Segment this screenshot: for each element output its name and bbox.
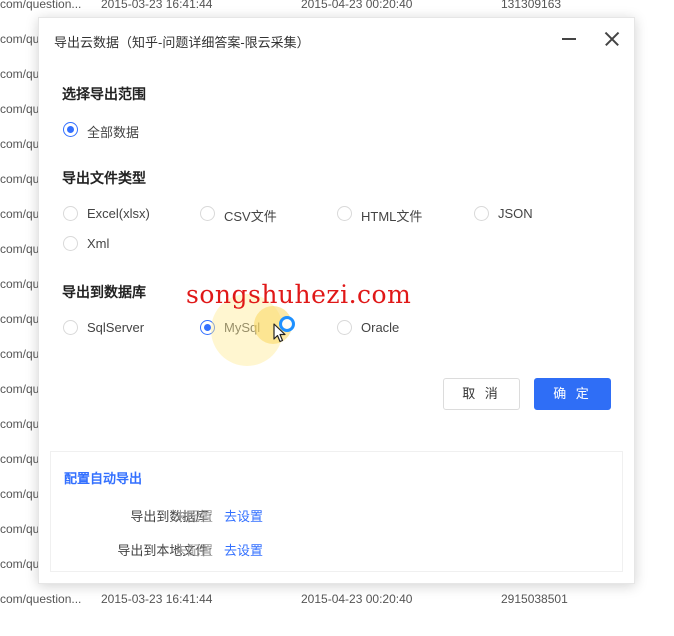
file-type-heading: 导出文件类型 (62, 170, 146, 186)
radio-unchecked[interactable] (63, 320, 78, 335)
configure-local-file-link[interactable]: 去设置 (224, 540, 263, 559)
scope-heading: 选择导出范围 (62, 86, 146, 102)
option-label: 全部数据 (87, 125, 140, 140)
table-cell: 2015-03-23 16:41:44 (101, 592, 213, 606)
table-cell: 131309163 (501, 0, 562, 11)
radio-checked[interactable] (63, 122, 78, 137)
table-cell: com/qu (0, 102, 40, 116)
option-label: JSON (498, 206, 533, 221)
table-cell: com/qu (0, 347, 40, 361)
auto-export-panel: 配置自动导出 导出到数据库: 未配置 去设置 导出到本地文件: 未配置 去设置 (50, 451, 623, 572)
dialog-header: 导出云数据（知乎-问题详细答案-限云采集） (39, 18, 634, 60)
close-icon[interactable] (603, 30, 621, 48)
table-cell: com/question... (0, 0, 82, 11)
radio-unchecked[interactable] (337, 320, 352, 335)
table-cell: com/qu (0, 382, 40, 396)
option-label: Xml (87, 236, 110, 251)
mouse-pointer-icon (273, 323, 286, 343)
row-value: 未配置 (174, 543, 214, 558)
table-cell: com/qu (0, 137, 40, 151)
table-cell: com/qu (0, 452, 40, 466)
option-label: Oracle (361, 320, 400, 335)
radio-unchecked[interactable] (200, 206, 215, 221)
radio-unchecked[interactable] (63, 206, 78, 221)
row-value: 未配置 (174, 509, 214, 524)
auto-export-row-database: 导出到数据库: 未配置 去设置 (51, 506, 622, 524)
table-cell: com/qu (0, 312, 40, 326)
table-cell: 2015-04-23 00:20:40 (301, 592, 413, 606)
table-cell: com/qu (0, 172, 40, 186)
table-cell: com/qu (0, 277, 40, 291)
option-label: HTML文件 (361, 209, 423, 224)
radio-unchecked[interactable] (337, 206, 352, 221)
table-cell: com/qu (0, 242, 40, 256)
confirm-button[interactable]: 确 定 (534, 378, 611, 410)
database-heading: 导出到数据库 (62, 284, 146, 300)
cancel-button[interactable]: 取 消 (443, 378, 520, 410)
radio-unchecked[interactable] (474, 206, 489, 221)
table-cell: com/qu (0, 487, 40, 501)
table-cell: com/qu (0, 67, 40, 81)
option-label: SqlServer (87, 320, 145, 335)
table-cell: 2015-03-23 16:41:44 (101, 0, 213, 11)
option-label: Excel(xlsx) (87, 206, 150, 221)
table-cell: com/qu (0, 32, 40, 46)
minimize-icon[interactable] (560, 30, 578, 48)
dialog-title: 导出云数据（知乎-问题详细答案-限云采集） (54, 35, 310, 50)
radio-unchecked[interactable] (63, 236, 78, 251)
table-cell: com/qu (0, 207, 40, 221)
table-cell: 2015-04-23 00:20:40 (301, 0, 413, 11)
auto-export-row-local-file: 导出到本地文件: 未配置 去设置 (51, 540, 622, 558)
table-cell: 2915038501 (501, 592, 568, 606)
table-cell: com/qu (0, 417, 40, 431)
table-cell: com/question... (0, 592, 82, 606)
auto-export-title: 配置自动导出 (64, 471, 143, 486)
table-cell: com/qu (0, 522, 40, 536)
configure-database-link[interactable]: 去设置 (224, 506, 263, 525)
table-row: com/question... 2015-03-23 16:41:44 2015-0… (0, 592, 674, 627)
watermark-text: songshuhezi.com (186, 280, 412, 309)
option-label: CSV文件 (224, 209, 277, 224)
